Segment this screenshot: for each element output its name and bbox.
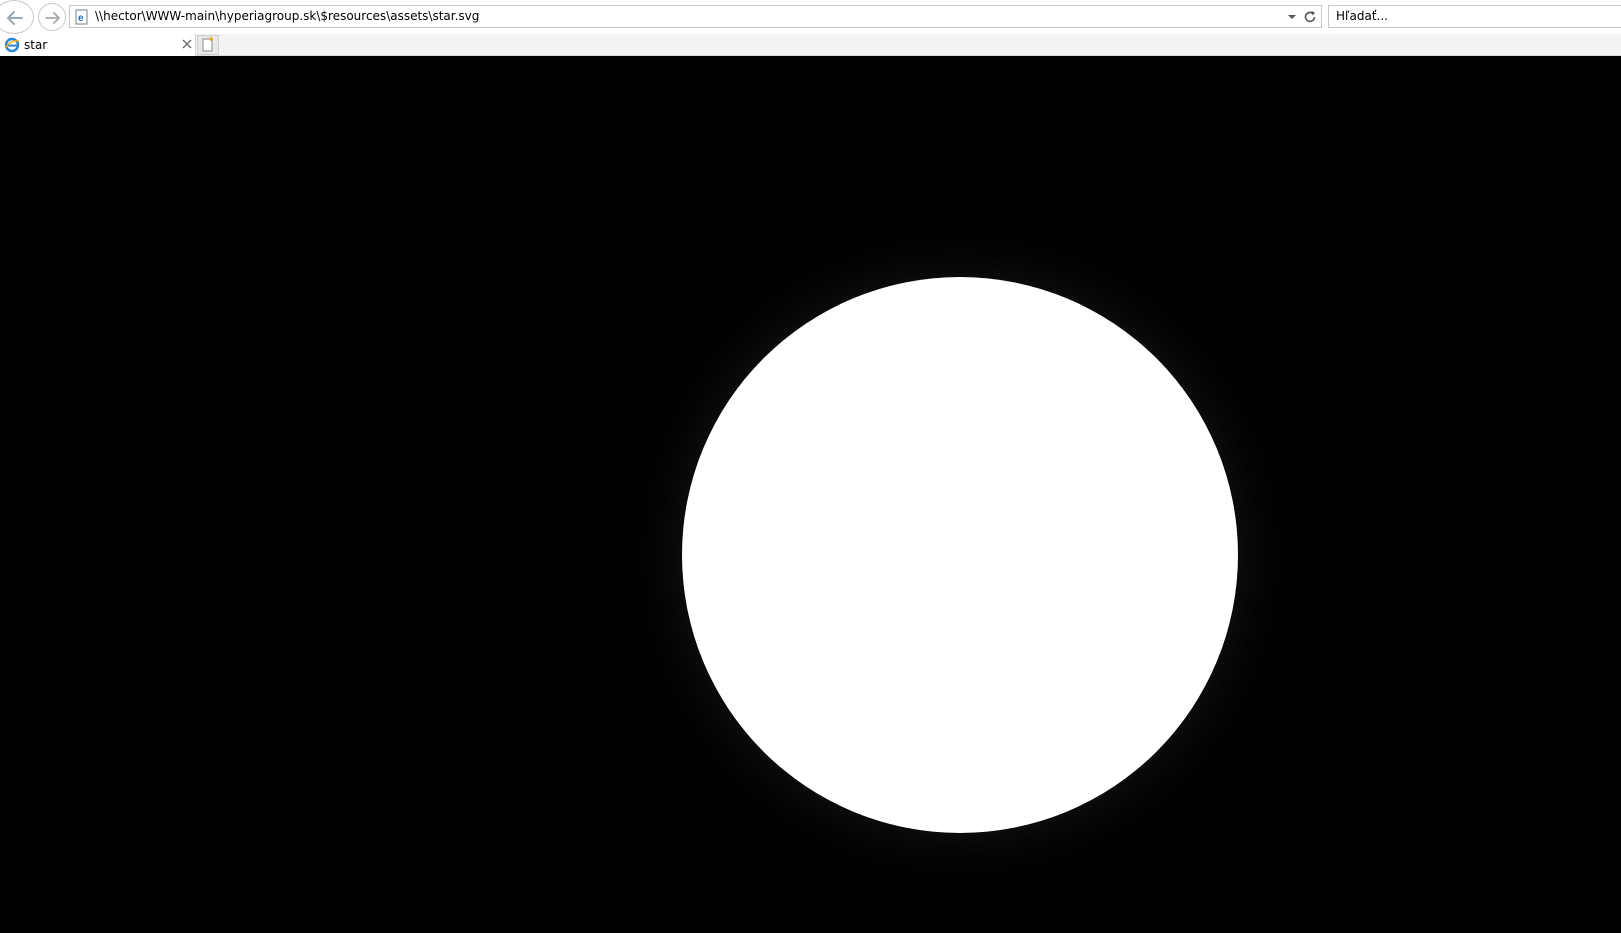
star-image <box>620 215 1300 895</box>
browser-chrome: e \\hector\WWW-main\hyperiagroup.sk\$res… <box>0 0 1621 56</box>
ie-page-icon: e <box>75 9 88 25</box>
close-icon[interactable] <box>180 37 194 51</box>
page-content <box>0 56 1621 933</box>
navigation-bar: e \\hector\WWW-main\hyperiagroup.sk\$res… <box>0 0 1621 34</box>
search-placeholder[interactable]: Hľadať... <box>1336 8 1388 25</box>
tab-star[interactable]: star <box>0 34 196 56</box>
tab-label: star <box>24 38 48 52</box>
svg-text:e: e <box>78 13 84 24</box>
tab-strip: star <box>0 34 1621 56</box>
refresh-icon[interactable] <box>1302 9 1318 25</box>
back-arrow-icon <box>7 11 23 25</box>
forward-arrow-icon <box>45 12 60 24</box>
back-button[interactable] <box>0 0 34 34</box>
forward-button[interactable] <box>38 3 66 31</box>
search-input[interactable]: Hľadať... <box>1328 5 1621 28</box>
address-bar[interactable]: e \\hector\WWW-main\hyperiagroup.sk\$res… <box>69 5 1322 28</box>
ie-logo-icon <box>4 37 20 53</box>
address-text[interactable]: \\hector\WWW-main\hyperiagroup.sk\$resou… <box>95 8 479 25</box>
new-tab-button[interactable] <box>197 35 219 55</box>
new-tab-icon <box>202 37 213 52</box>
chevron-down-icon[interactable] <box>1285 9 1299 25</box>
star-disc <box>682 277 1238 833</box>
